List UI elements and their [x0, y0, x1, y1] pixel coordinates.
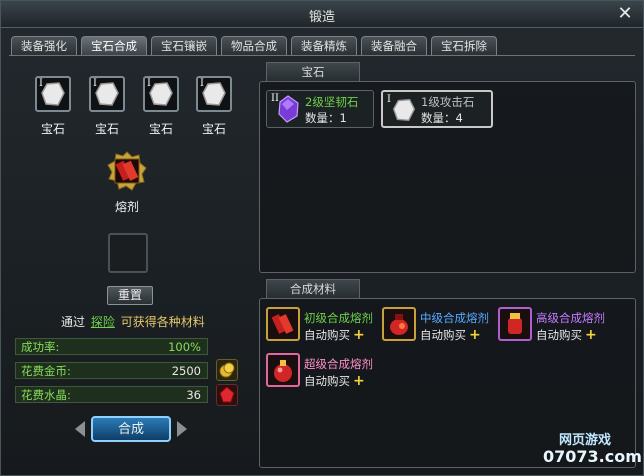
success-rate-row: 成功率: 100% — [15, 338, 208, 355]
material-high-flux[interactable]: 高级合成熔剂 自动购买 + — [498, 307, 610, 347]
material-name: 高级合成熔剂 — [536, 311, 605, 325]
flux-potion-icon — [266, 353, 300, 387]
flux-bag-icon — [382, 307, 416, 341]
gem-card-1[interactable]: II 2级坚韧石 数量：1 — [266, 90, 374, 128]
material-mid-flux[interactable]: 中级合成熔剂 自动购买 + — [382, 307, 494, 347]
tab-gem-remove[interactable]: 宝石拆除 — [431, 36, 497, 55]
tab-divider — [9, 55, 635, 56]
plus-icon[interactable]: + — [585, 327, 597, 343]
purple-gem-icon — [278, 95, 299, 123]
crystal-icon — [216, 384, 238, 406]
gem-slot-label: 宝石 — [94, 122, 119, 136]
crystal-cost-label: 花费水晶: — [21, 388, 71, 402]
gem-name: 1级攻击石 — [421, 95, 475, 109]
crystal-cost-row: 花费水晶: 36 — [15, 386, 208, 403]
gem-slot-label: 宝石 — [40, 122, 65, 136]
window-title: 锻造 — [308, 10, 335, 25]
flux-label: 熔剂 — [114, 200, 139, 214]
watermark-line2: 07073.com — [543, 447, 642, 466]
tab-equip-fuse[interactable]: 装备融合 — [361, 36, 427, 55]
gem-slot-label: 宝石 — [148, 122, 173, 136]
auto-buy-label: 自动购买 + — [536, 327, 597, 343]
close-icon[interactable]: ✕ — [615, 4, 635, 24]
tab-gem-inlay[interactable]: 宝石镶嵌 — [151, 36, 217, 55]
crystal-cost-value: 36 — [186, 388, 201, 402]
material-name: 初级合成熔剂 — [304, 311, 373, 325]
gem-panel-header: 宝石 — [266, 62, 360, 82]
compose-pane: I I I I 宝石 宝石 宝石 宝石 熔剂 重置 通过 探险 可获得各种材料 … — [11, 61, 251, 471]
auto-buy-label: 自动购买 + — [420, 327, 481, 343]
tab-equip-refine[interactable]: 装备精炼 — [291, 36, 357, 55]
white-gem-icon — [95, 82, 119, 106]
forge-window: 锻造 ✕ 装备强化 宝石合成 宝石镶嵌 物品合成 装备精炼 装备融合 宝石拆除 … — [0, 0, 644, 476]
compose-button-frame: 合成 — [75, 415, 187, 443]
gem-slot-label: 宝石 — [201, 122, 226, 136]
material-super-flux[interactable]: 超级合成熔剂 自动购买 + — [266, 353, 378, 393]
flux-slot[interactable] — [107, 151, 147, 191]
gold-coin-icon — [216, 359, 238, 381]
gold-cost-label: 花费金币: — [21, 364, 71, 378]
plus-icon[interactable]: + — [353, 327, 365, 343]
material-name: 中级合成熔剂 — [420, 311, 489, 325]
success-rate-label: 成功率: — [21, 340, 60, 354]
tab-equip-enhance[interactable]: 装备强化 — [11, 36, 77, 55]
flux-jar-icon — [498, 307, 532, 341]
explore-text-2: 可获得各种材料 — [120, 315, 205, 329]
watermark-line1: 网页游戏 — [559, 433, 612, 448]
gem-slot-1[interactable]: I — [35, 76, 71, 112]
plus-icon[interactable]: + — [469, 327, 481, 343]
explore-hint: 通过 探险 可获得各种材料 — [61, 313, 205, 330]
title-bar[interactable]: 锻造 ✕ — [1, 1, 643, 28]
gem-slot-3[interactable]: I — [143, 76, 179, 112]
auto-buy-label: 自动购买 + — [304, 373, 365, 389]
flux-icon — [107, 151, 147, 191]
gem-panel: II 2级坚韧石 数量：1 I 1级攻击石 数量：4 — [259, 81, 636, 273]
explore-link[interactable]: 探险 — [91, 315, 115, 329]
gold-cost-row: 花费金币: 2500 — [15, 362, 208, 379]
gem-slot-4[interactable]: I — [196, 76, 232, 112]
gem-card-2[interactable]: I 1级攻击石 数量：4 — [381, 90, 493, 128]
success-rate-value: 100% — [168, 340, 201, 354]
result-slot — [108, 233, 148, 273]
gem-name: 2级坚韧石 — [305, 95, 359, 109]
gold-cost-value: 2500 — [171, 364, 201, 378]
compose-button[interactable]: 合成 — [91, 416, 171, 442]
white-gem-icon — [202, 82, 226, 106]
gem-qty: 数量：4 — [421, 111, 463, 125]
white-gem-icon — [149, 82, 173, 106]
site-watermark-logo: 网页游戏 07073.com — [537, 427, 642, 471]
material-name: 超级合成熔剂 — [304, 357, 373, 371]
gem-qty: 数量：1 — [305, 111, 347, 125]
material-basic-flux[interactable]: 初级合成熔剂 自动购买 + — [266, 307, 378, 347]
white-gem-icon — [41, 82, 65, 106]
tab-item-compose[interactable]: 物品合成 — [221, 36, 287, 55]
gem-slot-2[interactable]: I — [89, 76, 125, 112]
tab-gem-compose[interactable]: 宝石合成 — [81, 36, 147, 55]
flux-icon — [266, 307, 300, 341]
white-gem-icon — [392, 98, 416, 122]
explore-text-1: 通过 — [61, 315, 86, 329]
auto-buy-label: 自动购买 + — [304, 327, 365, 343]
plus-icon[interactable]: + — [353, 373, 365, 389]
material-panel-header: 合成材料 — [266, 279, 360, 299]
reset-button[interactable]: 重置 — [107, 286, 153, 305]
